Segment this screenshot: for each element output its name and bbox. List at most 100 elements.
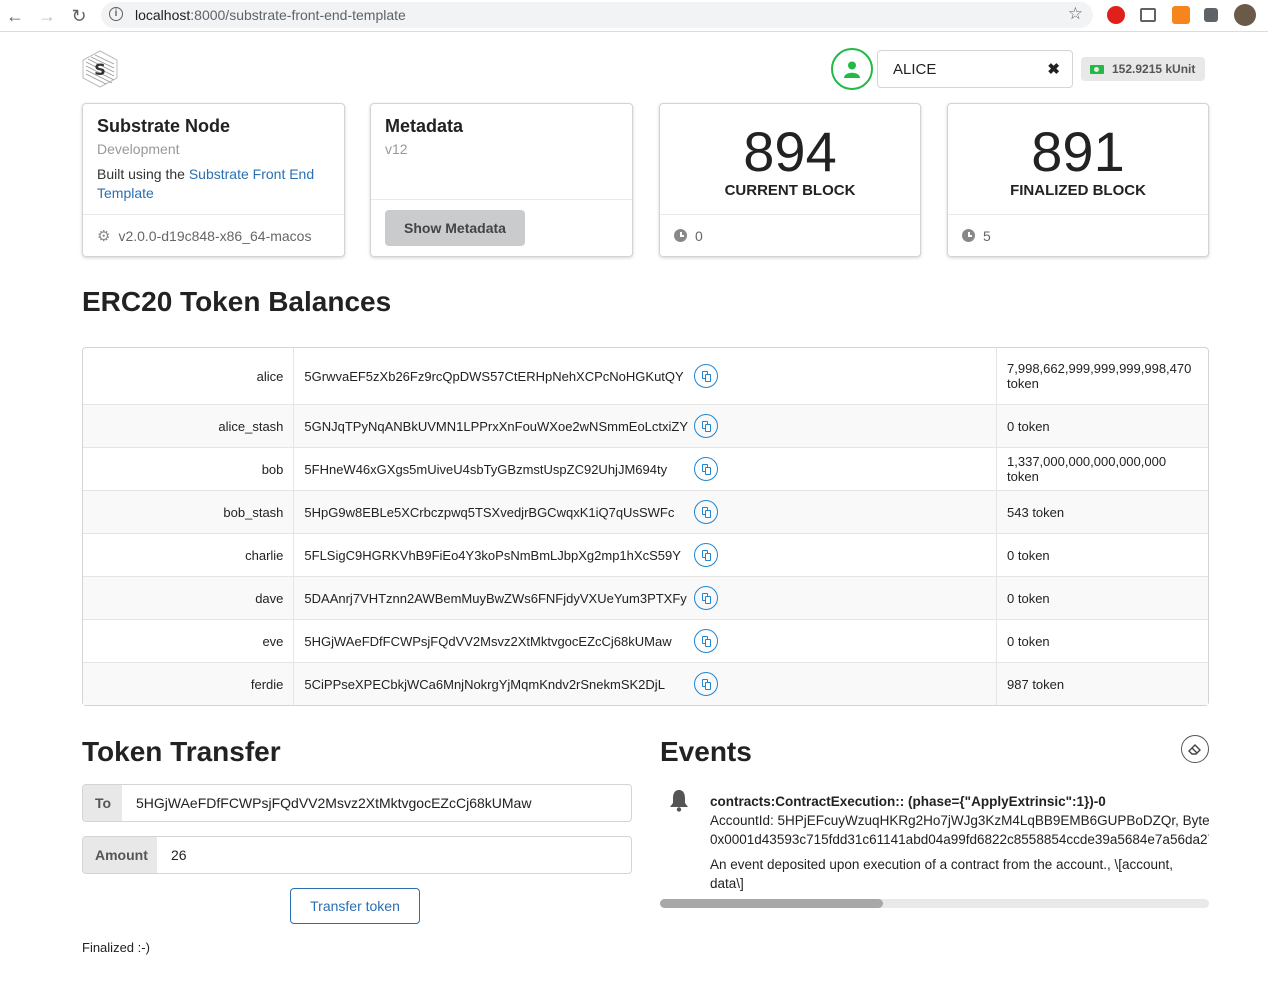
balance-row: ferdie 5CiPPseXPECbkjWCa6MnjNokrgYjMqmKnd… [83,662,1208,705]
account-name: bob_stash [83,490,295,533]
finalized-block-card: 891 FINALIZED BLOCK 5 [947,103,1209,257]
account-selector-value: ALICE [893,61,937,78]
url-text: localhost:8000/substrate-front-end-templ… [135,7,406,23]
node-version: v2.0.0-d19c848-x86_64-macos [118,227,312,244]
account-address-cell: 5HpG9w8EBLe5XCrbczpwq5TSXvedjrBGCwqxK1iQ… [294,490,998,533]
gear-icon: ⚙ [97,227,111,245]
clear-selection-icon[interactable]: ✖ [1047,60,1060,78]
metamask-fox-icon[interactable] [1172,6,1190,24]
metadata-card: Metadata v12 Show Metadata [370,103,633,257]
account-address: 5HGjWAeFDfFCWPsjFQdVV2Msvz2XtMktvgocEZcC… [304,633,672,649]
reload-icon[interactable]: ↻ [68,5,90,27]
extension-opera-icon[interactable] [1107,6,1125,24]
site-info-icon[interactable]: i [109,7,123,21]
account-address-cell: 5GNJqTPyNqANBkUVMN1LPPrxXnFouWXoe2wNSmmE… [294,404,998,447]
svg-text:S: S [94,60,106,79]
event-title: contracts:ContractExecution:: (phase={"A… [710,794,1106,809]
copy-address-button[interactable] [694,543,719,567]
browser-toolbar: ← → ↻ i localhost:8000/substrate-front-e… [0,0,1268,32]
account-address: 5GrwvaEF5zXb26Fz9rcQpDWS57CtERHpNehXCPcN… [304,368,684,384]
forward-icon[interactable]: → [36,5,58,27]
account-name: alice [83,348,295,404]
extensions-puzzle-icon[interactable] [1204,8,1218,22]
current-block-card: 894 CURRENT BLOCK 0 [659,103,921,257]
copy-address-button[interactable] [694,672,719,696]
balance-row: bob 5FHneW46xGXgs5mUiveU4sbTyGBzmstUspZC9… [83,447,1208,490]
copy-icon [702,550,711,561]
account-balance-text: 152.9215 kUnit [1112,62,1196,76]
account-name: eve [83,619,295,662]
amount-label: Amount [83,837,157,873]
events-feed[interactable]: contracts:ContractExecution:: (phase={"A… [660,782,1209,894]
balance-row: alice_stash 5GNJqTPyNqANBkUVMN1LPPrxXnFou… [83,404,1208,447]
account-address-cell: 5FHneW46xGXgs5mUiveU4sbTyGBzmstUspZC92Uh… [294,447,998,490]
profile-avatar[interactable] [1234,4,1256,26]
copy-address-button[interactable] [694,629,719,653]
token-balance: 543 token [997,490,1208,533]
substrate-logo: S [82,50,118,88]
account-selector[interactable]: ALICE ✖ [877,50,1073,88]
copy-icon [702,679,711,690]
copy-icon [702,593,711,604]
node-card-chain: Development [97,141,180,157]
copy-address-button[interactable] [694,414,719,438]
account-address-cell: 5CiPPseXPECbkjWCa6MnjNokrgYjMqmKndv2rSne… [294,662,998,705]
balance-row: eve 5HGjWAeFDfFCWPsjFQdVV2Msvz2XtMktvgocE… [83,619,1208,662]
token-balance: 0 token [997,533,1208,576]
bell-icon [668,788,690,817]
token-balance: 0 token [997,404,1208,447]
to-label: To [83,785,122,821]
scrollbar-thumb[interactable] [660,899,883,908]
account-name: ferdie [83,662,295,705]
copy-address-button[interactable] [694,364,719,388]
token-balance: 987 token [997,662,1208,705]
back-icon[interactable]: ← [4,5,26,27]
token-balance: 0 token [997,576,1208,619]
transfer-heading: Token Transfer [82,736,281,767]
clock-icon [962,229,975,242]
account-address-cell: 5GrwvaEF5zXb26Fz9rcQpDWS57CtERHpNehXCPcN… [294,348,998,404]
token-balance: 0 token [997,619,1208,662]
amount-field[interactable]: Amount 26 [82,836,632,874]
copy-address-button[interactable] [694,457,719,481]
account-name: dave [83,576,295,619]
balance-row: charlie 5FLSigC9HGRKVhB9FiEo4Y3koPsNmBmLJ… [83,533,1208,576]
extension-pip-icon[interactable] [1140,8,1156,22]
transfer-status: Finalized :-) [82,940,150,955]
address-bar[interactable]: i localhost:8000/substrate-front-end-tem… [101,2,1093,28]
node-card-description: Built using the Substrate Front End Temp… [97,166,315,201]
events-horizontal-scrollbar[interactable] [660,899,1209,908]
account-name: alice_stash [83,404,295,447]
eraser-icon [1188,744,1201,755]
events-heading: Events [660,736,752,767]
to-address-input[interactable]: 5HGjWAeFDfFCWPsjFQdVV2Msvz2XtMktvgocEZcC… [122,785,631,821]
current-block-label: CURRENT BLOCK [724,182,856,199]
clear-events-button[interactable] [1181,735,1209,763]
show-metadata-button[interactable]: Show Metadata [385,210,525,246]
transfer-token-button[interactable]: Transfer token [290,888,420,924]
event-data-line-2: 0x0001d43593c715fdd31c61141abd04a99fd682… [710,832,1209,847]
account-balance-badge: 152.9215 kUnit [1081,57,1206,81]
token-balance: 7,998,662,999,999,999,998,470 token [1007,361,1192,391]
money-icon [1090,64,1104,74]
copy-icon [702,371,711,382]
bookmark-star-icon[interactable]: ☆ [1068,4,1083,24]
metadata-card-title: Metadata [385,116,464,136]
amount-input[interactable]: 26 [157,837,631,873]
current-block-number: 894 [743,120,837,183]
balance-row: dave 5DAAnrj7VHTznn2AWBemMuyBwZWs6FNFjdyV… [83,576,1208,619]
account-address-cell: 5HGjWAeFDfFCWPsjFQdVV2Msvz2XtMktvgocEZcC… [294,619,998,662]
metadata-version: v12 [385,141,408,157]
finalized-block-number: 891 [1031,120,1125,183]
account-address: 5DAAnrj7VHTznn2AWBemMuyBwZWs6FNFjdyVXUeY… [304,590,687,606]
account-address-cell: 5DAAnrj7VHTznn2AWBemMuyBwZWs6FNFjdyVXUeY… [294,576,998,619]
to-address-field[interactable]: To 5HGjWAeFDfFCWPsjFQdVV2Msvz2XtMktvgocE… [82,784,632,822]
copy-address-button[interactable] [694,586,719,610]
account-address: 5GNJqTPyNqANBkUVMN1LPPrxXnFouWXoe2wNSmmE… [304,418,689,434]
user-icon [844,61,860,78]
copy-icon [702,464,711,475]
copy-icon [702,507,711,518]
account-avatar-button[interactable] [831,48,873,90]
account-name: bob [83,447,295,490]
copy-address-button[interactable] [694,500,719,524]
